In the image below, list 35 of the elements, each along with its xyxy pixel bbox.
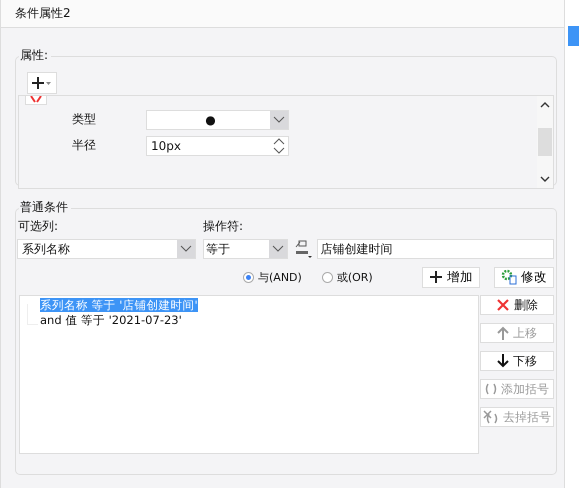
chevron-icon (180, 245, 192, 253)
window-title: 条件属性2 (15, 5, 71, 22)
modify-button[interactable]: 修改 (494, 266, 554, 288)
remove-brackets-icon (483, 410, 499, 424)
down-arrow-icon (497, 354, 509, 368)
scroll-down-icon[interactable] (540, 176, 550, 183)
group-title: 属性: (19, 47, 52, 64)
chevron-icon (273, 116, 285, 124)
up-arrow-icon (497, 326, 509, 340)
logic-radio[interactable]: 或(OR) (322, 270, 373, 284)
field-label: 类型 (71, 111, 97, 128)
close-icon (496, 298, 510, 312)
down-button[interactable]: 下移 (480, 351, 554, 371)
column-label: 可选列: (18, 218, 60, 234)
group-title: 普通条件 (19, 199, 71, 216)
scroll-up-icon[interactable] (540, 101, 550, 108)
delete-button[interactable]: 删除 (480, 295, 554, 315)
delete-icon[interactable] (25, 96, 47, 105)
add-button[interactable] (27, 72, 57, 94)
spinner-arrows-icon[interactable] (273, 136, 285, 154)
operator-label: 操作符: (203, 218, 244, 234)
field-label: 半径 (71, 137, 97, 154)
operator-dropdown[interactable]: 等于 (202, 239, 288, 259)
value-field[interactable]: 店铺创建时间 (317, 239, 554, 259)
plus-icon (429, 270, 443, 284)
brackets-icon (485, 383, 497, 395)
text-type-icon[interactable] (293, 239, 314, 259)
type-dropdown[interactable]: ● (146, 110, 289, 130)
condition-item[interactable]: and 值 等于 '2021-07-23' (40, 313, 182, 327)
plus-dropdown-icon (32, 76, 52, 90)
column-dropdown[interactable]: 系列名称 (17, 239, 196, 259)
radius-spinner[interactable]: 10px (146, 136, 289, 156)
chevron-icon (272, 245, 284, 253)
logic-radio[interactable]: 与(AND) (243, 270, 302, 284)
add-condition-button[interactable]: 增加 (422, 266, 480, 288)
